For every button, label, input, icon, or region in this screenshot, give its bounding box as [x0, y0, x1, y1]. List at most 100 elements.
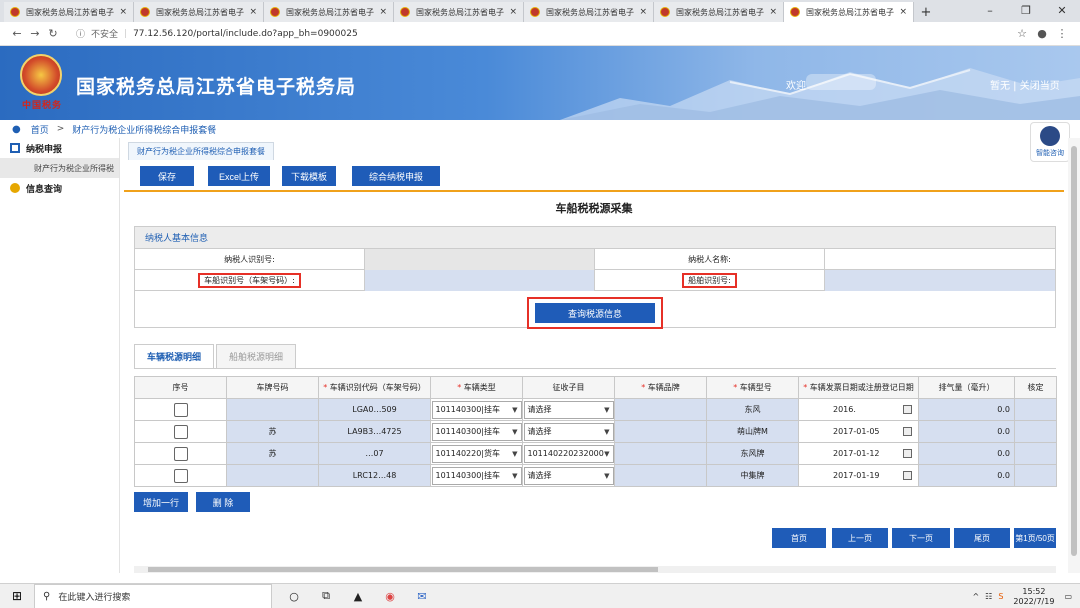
brand-cell[interactable]: [614, 442, 707, 465]
row-checkbox[interactable]: [173, 468, 188, 483]
network-icon[interactable]: ☷: [985, 592, 992, 601]
plate-cell[interactable]: [226, 464, 319, 487]
close-tab-icon[interactable]: ×: [899, 7, 907, 17]
add-row-button[interactable]: 增加一行: [134, 492, 188, 512]
back-arrow-icon[interactable]: ←: [8, 27, 26, 40]
close-tab-icon[interactable]: ×: [249, 7, 257, 17]
tab-vehicle-detail[interactable]: 车辆税源明细: [134, 344, 215, 368]
row-checkbox[interactable]: [173, 446, 188, 461]
close-window-icon[interactable]: ✕: [1044, 0, 1080, 22]
url-field[interactable]: ⓘ 不安全 | 77.12.56.120/portal/include.do?a…: [70, 24, 1004, 43]
approved-cell[interactable]: [1014, 420, 1057, 443]
browser-tab[interactable]: 国家税务总局江苏省电子 ×: [524, 2, 654, 22]
model-cell[interactable]: 中集牌: [706, 464, 799, 487]
forward-arrow-icon[interactable]: →: [26, 27, 44, 40]
close-tab-icon[interactable]: ×: [639, 7, 647, 17]
close-tab-icon[interactable]: ×: [379, 7, 387, 17]
brand-cell[interactable]: [614, 464, 707, 487]
row-checkbox[interactable]: [173, 402, 188, 417]
browser-tab[interactable]: 国家税务总局江苏省电子 ×: [394, 2, 524, 22]
vertical-scrollbar[interactable]: [1068, 138, 1080, 573]
vin-cell[interactable]: LA9B3…4725: [318, 420, 431, 443]
minimize-icon[interactable]: –: [972, 0, 1008, 22]
download-template-button[interactable]: 下载模板: [282, 166, 336, 186]
browser-tab[interactable]: 国家税务总局江苏省电子 ×: [654, 2, 784, 22]
taskbar-search[interactable]: ⚲ 在此键入进行搜索: [34, 583, 272, 608]
close-tab-icon[interactable]: ×: [769, 7, 777, 17]
header-links[interactable]: 暂无 | 关闭当页: [990, 77, 1060, 92]
displacement-cell[interactable]: 0.0: [918, 464, 1015, 487]
tray-arrow-icon[interactable]: ^: [972, 592, 979, 601]
subitem-select[interactable]: 请选择 ▼: [523, 400, 614, 419]
calendar-icon[interactable]: [903, 405, 912, 414]
reload-icon[interactable]: ↻: [44, 27, 62, 40]
vin-cell[interactable]: LRC12…48: [318, 464, 431, 487]
subitem-select[interactable]: 请选择 ▼: [523, 422, 614, 441]
calendar-icon[interactable]: [903, 449, 912, 458]
bookmark-star-icon[interactable]: ☆: [1012, 27, 1032, 40]
sidebar-item-tax-declaration[interactable]: 纳税申报: [0, 138, 119, 158]
prev-page-button[interactable]: 上一页: [832, 528, 888, 548]
approved-cell[interactable]: [1014, 442, 1057, 465]
cortana-icon[interactable]: ○: [278, 584, 310, 608]
notification-icon[interactable]: ▭: [1064, 592, 1072, 601]
close-tab-icon[interactable]: ×: [509, 7, 517, 17]
clock[interactable]: 15:52 2022/7/19: [1013, 587, 1054, 607]
tab-ship-detail[interactable]: 船舶税源明细: [216, 344, 297, 368]
ime-icon[interactable]: S: [998, 592, 1003, 601]
page-tab[interactable]: 财产行为税企业所得税综合申报套餐: [128, 142, 274, 160]
displacement-cell[interactable]: 0.0: [918, 442, 1015, 465]
calendar-icon[interactable]: [903, 427, 912, 436]
close-tab-icon[interactable]: ×: [119, 7, 127, 17]
vehicle-type-select[interactable]: 101140300|挂车 ▼: [431, 466, 522, 485]
excel-upload-button[interactable]: Excel上传: [208, 166, 270, 186]
scroll-thumb[interactable]: [1071, 146, 1077, 556]
model-cell[interactable]: 萌山牌M: [706, 420, 799, 443]
date-cell[interactable]: 2016.: [798, 398, 919, 421]
browser-tab[interactable]: 国家税务总局江苏省电子 ×: [264, 2, 394, 22]
maximize-icon[interactable]: ❐: [1008, 0, 1044, 22]
date-cell[interactable]: 2017-01-12: [798, 442, 919, 465]
vin-cell[interactable]: …07: [318, 442, 431, 465]
subitem-select[interactable]: 请选择 ▼: [523, 466, 614, 485]
vehicle-type-select[interactable]: 101140300|挂车 ▼: [431, 422, 522, 441]
menu-kebab-icon[interactable]: ⋮: [1052, 27, 1072, 40]
new-tab-button[interactable]: +: [914, 2, 938, 22]
row-checkbox[interactable]: [173, 424, 188, 439]
last-page-button[interactable]: 尾页: [954, 528, 1010, 548]
model-cell[interactable]: 东风牌: [706, 442, 799, 465]
first-page-button[interactable]: 首页: [772, 528, 826, 548]
calendar-icon[interactable]: [903, 471, 912, 480]
vehicle-id-input[interactable]: [365, 270, 595, 291]
mail-app-icon[interactable]: ✉: [406, 584, 438, 608]
scroll-thumb[interactable]: [148, 567, 658, 572]
displacement-cell[interactable]: 0.0: [918, 398, 1015, 421]
date-cell[interactable]: 2017-01-19: [798, 464, 919, 487]
breadcrumb-home[interactable]: 首页: [31, 123, 49, 136]
plate-cell[interactable]: 苏: [226, 420, 319, 443]
info-icon[interactable]: ⓘ: [76, 27, 85, 40]
plate-cell[interactable]: [226, 398, 319, 421]
browser-tab[interactable]: 国家税务总局江苏省电子 ×: [4, 2, 134, 22]
brand-cell[interactable]: [614, 398, 707, 421]
save-button[interactable]: 保存: [140, 166, 194, 186]
date-cell[interactable]: 2017-01-05: [798, 420, 919, 443]
chrome-icon[interactable]: ◉: [374, 584, 406, 608]
brand-cell[interactable]: [614, 420, 707, 443]
vin-cell[interactable]: LGA0…509: [318, 398, 431, 421]
comprehensive-declare-button[interactable]: 综合纳税申报: [352, 166, 440, 186]
browser-tab[interactable]: 国家税务总局江苏省电子 ×: [134, 2, 264, 22]
profile-icon[interactable]: ●: [1032, 27, 1052, 40]
breadcrumb-current[interactable]: 财产行为税企业所得税综合申报套餐: [72, 123, 216, 136]
delete-row-button[interactable]: 删 除: [196, 492, 250, 512]
approved-cell[interactable]: [1014, 464, 1057, 487]
plate-cell[interactable]: 苏: [226, 442, 319, 465]
photos-icon[interactable]: ▲: [342, 584, 374, 608]
browser-tab-active[interactable]: 国家税务总局江苏省电子 ×: [784, 2, 914, 22]
subitem-select[interactable]: 101140220232000 ▼: [523, 444, 614, 463]
query-tax-source-button[interactable]: 查询税源信息: [535, 303, 655, 323]
task-view-icon[interactable]: ⧉: [310, 584, 342, 608]
windows-start-icon[interactable]: ⊞: [0, 584, 34, 608]
model-cell[interactable]: 东风: [706, 398, 799, 421]
approved-cell[interactable]: [1014, 398, 1057, 421]
